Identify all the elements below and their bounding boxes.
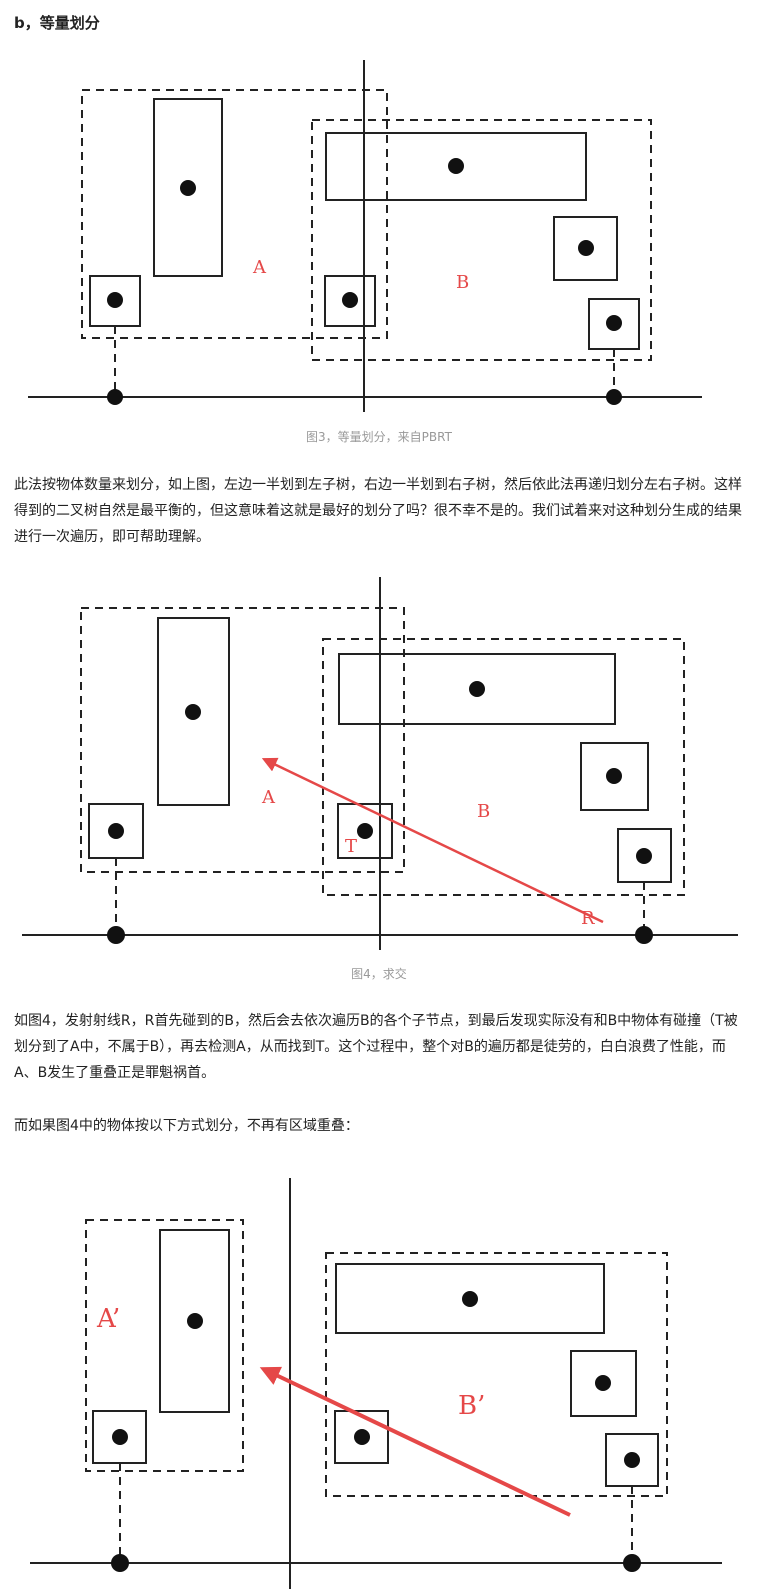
centroid-dot [180, 180, 196, 196]
label-t: T [345, 836, 357, 857]
centroid-dot [469, 681, 485, 697]
centroid-dot [107, 292, 123, 308]
region-a-box [81, 89, 388, 339]
axis-point [111, 1554, 129, 1572]
label-a: A [261, 787, 276, 808]
centroid-dot [108, 823, 124, 839]
region-a-box [80, 607, 405, 873]
axis-point [606, 389, 622, 405]
centroid-dot [636, 848, 652, 864]
region-b-box [311, 119, 652, 361]
figure-3-diagram: A B [28, 60, 702, 412]
centroid-dot [342, 292, 358, 308]
region-b-prime-box [325, 1252, 668, 1497]
axis-point [635, 926, 653, 944]
label-b: B [477, 801, 490, 822]
centroid-dot [112, 1429, 128, 1445]
ray-arrow [259, 1366, 571, 1517]
figure-3-caption: 图3，等量划分，来自PBRT [306, 430, 452, 444]
figure-4-caption: 图4，求交 [351, 967, 407, 981]
region-b-box [322, 638, 685, 896]
centroid-dot [606, 315, 622, 331]
centroid-dot [595, 1375, 611, 1391]
paragraph-3: 而如果图4中的物体按以下方式划分，不再有区域重叠： [14, 1118, 359, 1134]
centroid-dot [357, 823, 373, 839]
label-r: R [581, 908, 595, 929]
paragraph-2: 如图4，发射射线R，R首先碰到的B，然后会去依次遍历B的各个子节点，到最后发现实… [14, 1013, 738, 1081]
centroid-dot [624, 1452, 640, 1468]
axis-point [107, 389, 123, 405]
centroid-dot [578, 240, 594, 256]
axis-point [107, 926, 125, 944]
figure-5-diagram: A’ B’ [30, 1178, 722, 1589]
centroid-dot [354, 1429, 370, 1445]
axis-point [623, 1554, 641, 1572]
label-b-prime: B’ [458, 1391, 485, 1421]
centroid-dot [462, 1291, 478, 1307]
label-b: B [456, 272, 469, 293]
paragraph-1: 此法按物体数量来划分，如上图，左边一半划到左子树，右边一半划到右子树，然后依此法… [14, 477, 742, 545]
centroid-dot [606, 768, 622, 784]
section-heading: b，等量划分 [14, 14, 100, 32]
centroid-dot [448, 158, 464, 174]
label-a-prime: A’ [96, 1304, 120, 1334]
label-a: A [252, 257, 267, 278]
region-a-prime-box [85, 1219, 244, 1472]
figure-4-diagram: A B T R [22, 577, 738, 950]
centroid-dot [185, 704, 201, 720]
centroid-dot [187, 1313, 203, 1329]
